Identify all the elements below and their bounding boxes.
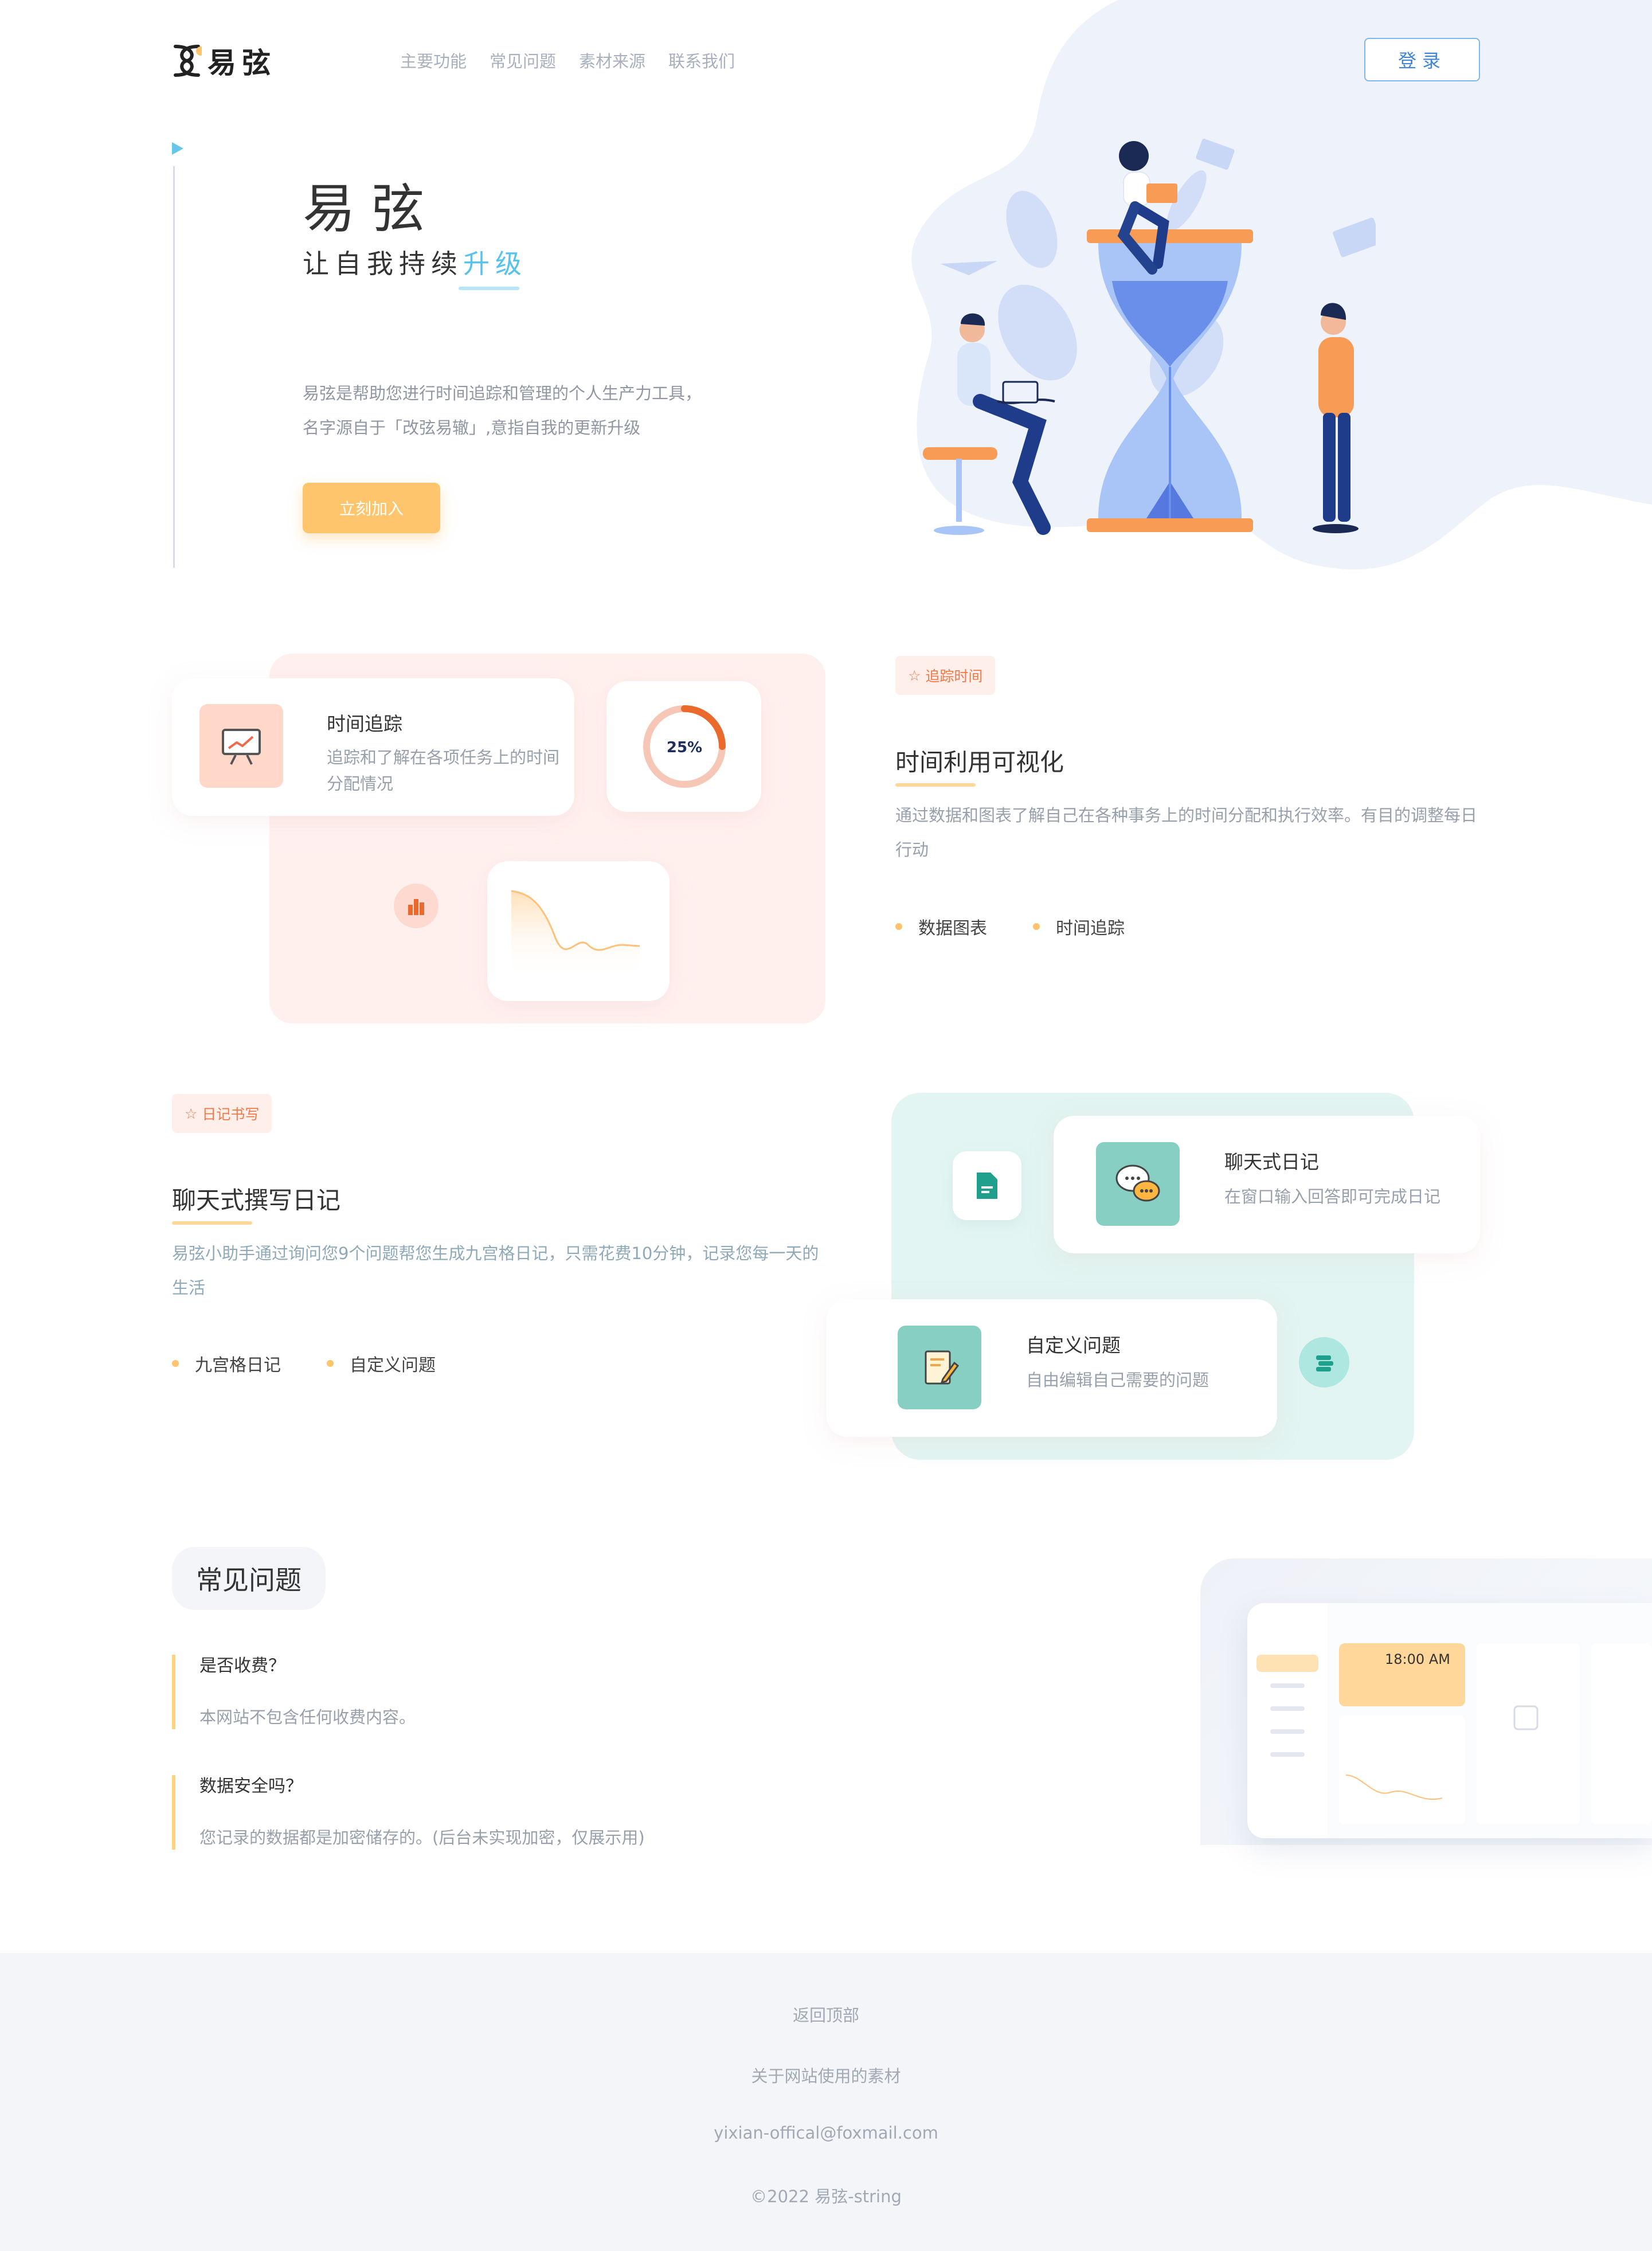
stack-icon — [1299, 1337, 1349, 1388]
bullet-time-tracking: 时间追踪 — [1033, 914, 1125, 939]
faq-answer: 本网站不包含任何收费内容。 — [199, 1707, 416, 1727]
chat-diary-card-desc: 在窗口输入回答即可完成日记 — [1224, 1187, 1441, 1206]
bullet-label: 时间追踪 — [1056, 919, 1125, 939]
time-tracking-card-title: 时间追踪 — [327, 713, 402, 735]
diary-feature-bullets: 九宫格日记 自定义问题 — [172, 1351, 436, 1376]
app-preview-screenshot: 18:00 AM — [1247, 1603, 1652, 1838]
nav-item-features[interactable]: 主要功能 — [400, 48, 467, 72]
chat-diary-card-title: 聊天式日记 — [1224, 1151, 1319, 1173]
tag-track-time-label: 追踪时间 — [925, 668, 983, 685]
hero-title: 易弦 — [303, 178, 441, 240]
document-icon — [953, 1151, 1021, 1220]
time-feature-bullets: 数据图表 时间追踪 — [895, 914, 1125, 939]
presentation-chart-icon — [199, 704, 283, 788]
faq-title: 常见问题 — [172, 1547, 326, 1610]
diary-feature-title: 聊天式撰写日记 — [172, 1186, 341, 1214]
hero-highlight-underline — [459, 287, 519, 290]
logo-mark-icon — [174, 45, 202, 77]
hourglass-illustration — [923, 139, 1376, 535]
hero-divider — [173, 166, 175, 568]
bullet-data-charts: 数据图表 — [895, 914, 987, 939]
progress-ring-label: 25% — [667, 739, 702, 756]
time-feature-title: 时间利用可视化 — [895, 748, 1064, 776]
copyright: ©2022 易弦-string — [750, 2187, 902, 2206]
materials-link[interactable]: 关于网站使用的素材 — [0, 2063, 1652, 2087]
nav-item-sources[interactable]: 素材来源 — [579, 48, 645, 72]
nav-item-contact[interactable]: 联系我们 — [668, 48, 735, 72]
faq-item: 数据安全吗？ 您记录的数据都是加密储存的。(后台未实现加密，仅展示用) — [172, 1775, 645, 1850]
tag-diary: ☆ 日记书写 — [172, 1094, 272, 1133]
tag-diary-label: 日记书写 — [202, 1106, 260, 1123]
logo[interactable]: 易弦 — [172, 40, 276, 81]
bullet-label: 数据图表 — [918, 919, 987, 939]
bar-chart-icon — [394, 884, 439, 928]
hero-arrow-icon — [172, 142, 183, 155]
tag-track-time: ☆ 追踪时间 — [895, 656, 996, 695]
top-nav: 主要功能 常见问题 素材来源 联系我们 — [400, 48, 735, 72]
diary-feature-underline — [172, 1221, 252, 1225]
custom-question-card-desc: 自由编辑自己需要的问题 — [1026, 1370, 1209, 1390]
faq-question: 是否收费？ — [199, 1656, 285, 1676]
hero-subtitle: 让自我持续升级 — [303, 243, 527, 281]
back-to-top-link[interactable]: 返回顶部 — [0, 2002, 1652, 2026]
app-preview-graphic: 18:00 AM — [1247, 1603, 1652, 1838]
custom-question-card-title: 自定义问题 — [1026, 1334, 1121, 1357]
progress-ring: 25% — [643, 705, 726, 788]
star-icon: ☆ — [185, 1105, 198, 1122]
faq-question: 数据安全吗？ — [199, 1776, 303, 1796]
bullet-grid-diary: 九宫格日记 — [172, 1351, 281, 1376]
time-feature-desc: 通过数据和图表了解自己在各种事务上的时间分配和执行效率。有目的调整每日行动 — [895, 806, 1478, 859]
time-tracking-card-desc: 追踪和了解在各项任务上的时间分配情况 — [327, 748, 560, 794]
trend-wave-graphic — [511, 890, 640, 979]
hero-subtitle-prefix: 让自我持续 — [303, 248, 463, 279]
bullet-label: 自定义问题 — [350, 1355, 436, 1375]
preview-time: 18:00 AM — [1385, 1651, 1450, 1667]
nav-item-faq[interactable]: 常见问题 — [490, 48, 556, 72]
faq-item: 是否收费？ 本网站不包含任何收费内容。 — [172, 1655, 416, 1729]
chat-bubble-icon — [1096, 1142, 1180, 1226]
hero-subtitle-highlight: 升级 — [463, 248, 527, 279]
bullet-label: 九宫格日记 — [195, 1355, 281, 1375]
faq-answer: 您记录的数据都是加密储存的。(后台未实现加密，仅展示用) — [199, 1828, 645, 1847]
contact-email[interactable]: yixian-offical@foxmail.com — [0, 2123, 1652, 2143]
diary-feature-desc: 易弦小助手通过询问您9个问题帮您生成九宫格日记，只需花费10分钟，记录您每一天的… — [172, 1244, 819, 1298]
logo-text: 易弦 — [208, 46, 276, 80]
hero-description: 易弦是帮助您进行时间追踪和管理的个人生产力工具， 名字源自于「改弦易辙」,意指自… — [303, 376, 702, 445]
time-feature-underline — [895, 783, 976, 787]
edit-document-icon — [898, 1326, 981, 1409]
login-button[interactable]: 登录 — [1364, 38, 1480, 81]
join-button[interactable]: 立刻加入 — [303, 483, 440, 533]
hero-desc-line-2: 名字源自于「改弦易辙」,意指自我的更新升级 — [303, 418, 641, 437]
hero-desc-line-1: 易弦是帮助您进行时间追踪和管理的个人生产力工具， — [303, 384, 702, 403]
bullet-custom-questions: 自定义问题 — [327, 1351, 436, 1376]
star-icon: ☆ — [908, 667, 921, 684]
